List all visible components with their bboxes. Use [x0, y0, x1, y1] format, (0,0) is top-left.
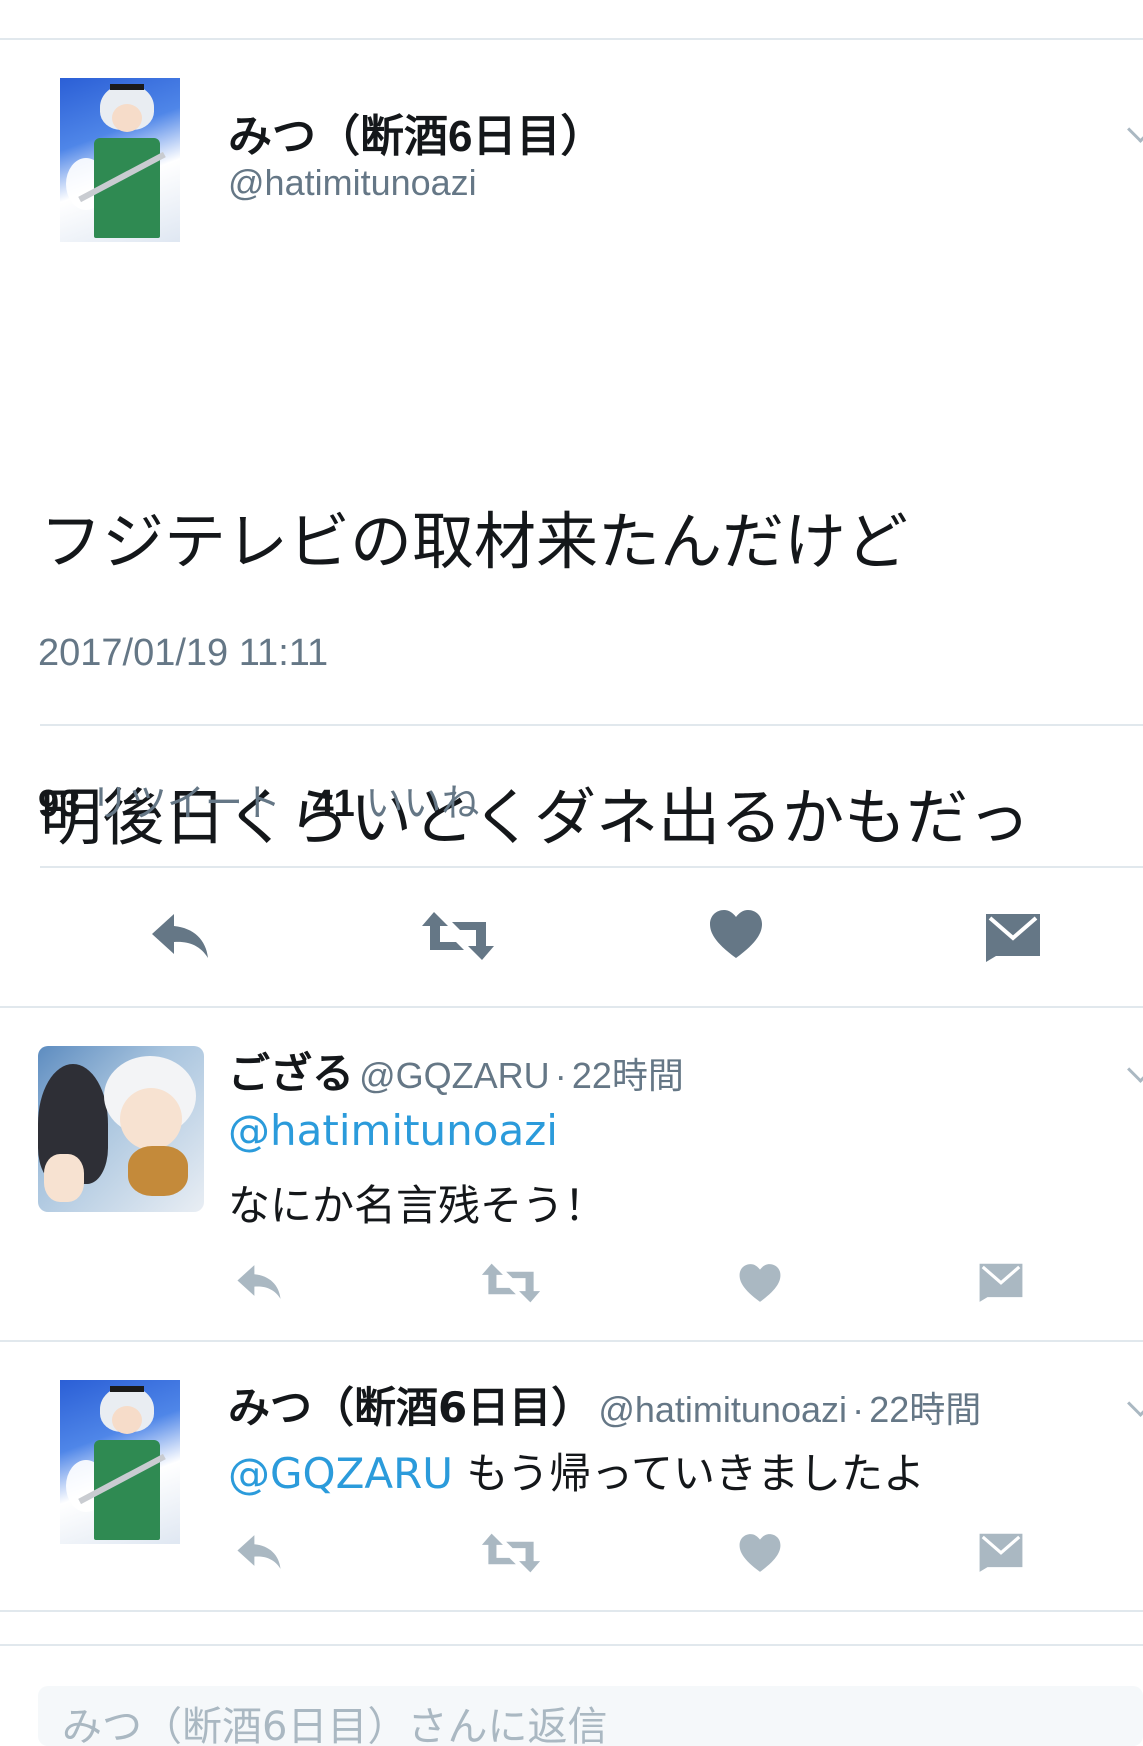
avatar-ribbon	[110, 84, 144, 90]
direct-message-icon[interactable]	[978, 1262, 1024, 1302]
reply-chevron-down-icon[interactable]	[1127, 1390, 1143, 1417]
avatar-face	[120, 1088, 182, 1150]
main-tweet-stats: 93 リツイート 41 いいね	[38, 772, 479, 827]
retweet-icon[interactable]	[480, 1262, 542, 1304]
direct-message-icon[interactable]	[978, 1532, 1024, 1572]
like-icon[interactable]	[738, 1262, 782, 1304]
main-tweet-avatar[interactable]	[60, 78, 180, 242]
main-tweet-bottom-divider	[0, 1006, 1143, 1008]
avatar-face	[112, 1406, 142, 1434]
reply-separator: ·	[852, 1389, 865, 1430]
main-tweet-text-line: フジテレビの取材来たんだけど	[40, 505, 909, 578]
compose-top-divider	[0, 1644, 1143, 1646]
retweet-count[interactable]: 93	[38, 783, 80, 825]
like-label[interactable]: いいね	[365, 783, 479, 825]
reply-display-name[interactable]: みつ（断酒6日目）	[228, 1383, 593, 1432]
like-icon[interactable]	[708, 908, 764, 960]
reply-icon[interactable]	[234, 1532, 284, 1572]
main-tweet-chevron-down-icon[interactable]	[1127, 116, 1143, 143]
top-divider	[0, 38, 1143, 40]
retweet-icon[interactable]	[420, 910, 496, 962]
reply-icon[interactable]	[148, 910, 212, 962]
avatar-hand	[44, 1154, 84, 1202]
like-count[interactable]: 41	[313, 783, 355, 825]
reply-body: @GQZARU もう帰っていきましたよ	[228, 1440, 925, 1501]
reply-divider	[0, 1340, 1143, 1342]
main-tweet-timestamp[interactable]: 2017/01/19 11:11	[38, 632, 328, 675]
avatar-face	[112, 104, 142, 132]
reply-handle[interactable]: @GQZARU	[359, 1055, 550, 1096]
reply-compose-input[interactable]: みつ（断酒6日目）さんに返信	[38, 1686, 1143, 1746]
main-tweet-handle[interactable]: @hatimitunoazi	[228, 162, 477, 204]
stats-top-divider	[40, 724, 1143, 726]
avatar-food	[128, 1146, 188, 1196]
reply-mention[interactable]: @GQZARU	[228, 1449, 453, 1498]
reply-text: なにか名言残そう！	[228, 1181, 607, 1230]
reply-icon[interactable]	[234, 1262, 284, 1302]
avatar-ribbon	[110, 1386, 144, 1392]
reply-avatar[interactable]	[38, 1046, 204, 1212]
reply-time[interactable]: 22時間	[572, 1055, 684, 1096]
retweet-icon[interactable]	[480, 1532, 542, 1574]
reply-header: みつ（断酒6日目） @hatimitunoazi · 22時間	[228, 1374, 981, 1435]
stats-bottom-divider	[40, 866, 1143, 868]
reply-separator: ·	[554, 1055, 567, 1096]
reply-divider	[0, 1610, 1143, 1612]
reply-text: もう帰っていきましたよ	[453, 1449, 926, 1498]
main-tweet-display-name[interactable]: みつ（断酒6日目）	[228, 100, 604, 164]
reply-header: ござる @GQZARU · 22時間	[228, 1040, 684, 1101]
reply-display-name[interactable]: ござる	[228, 1049, 354, 1098]
direct-message-icon[interactable]	[984, 912, 1042, 962]
reply-handle[interactable]: @hatimitunoazi	[598, 1389, 847, 1430]
reply-avatar[interactable]	[60, 1380, 180, 1544]
reply-mention[interactable]: @hatimitunoazi	[228, 1106, 558, 1155]
reply-time[interactable]: 22時間	[869, 1389, 981, 1430]
retweet-label[interactable]: リツイート	[91, 783, 281, 825]
like-icon[interactable]	[738, 1532, 782, 1574]
